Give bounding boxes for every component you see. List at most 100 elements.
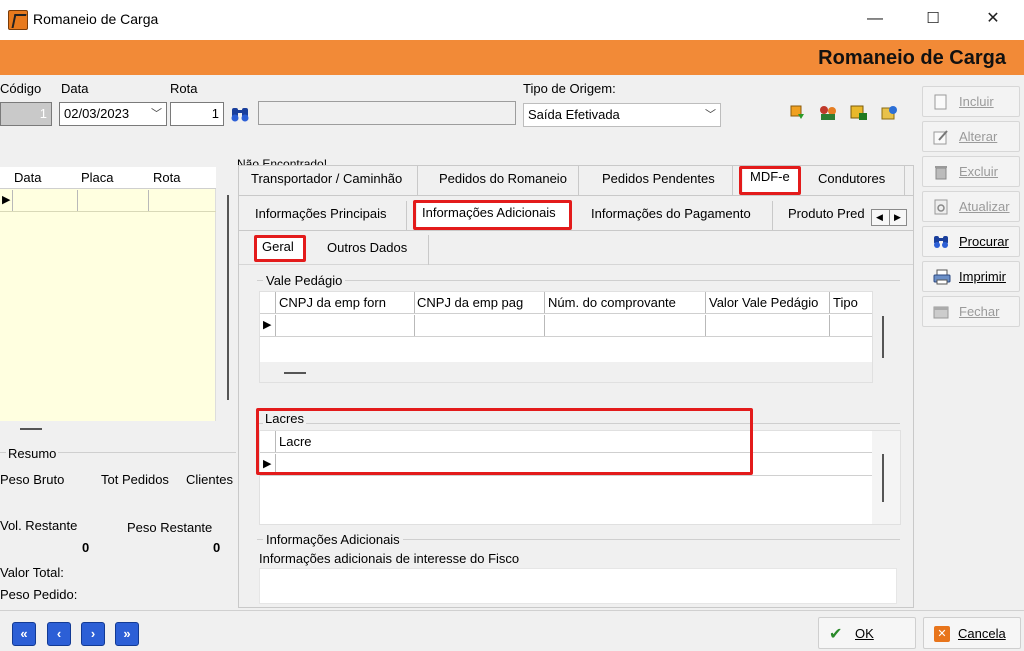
group-icon[interactable] <box>818 104 838 122</box>
close-button[interactable]: ✕ <box>970 0 1016 40</box>
info-fisco-label: Informações adicionais de interesse do F… <box>259 551 520 566</box>
peso-pedido-label: Peso Pedido: <box>0 587 78 602</box>
tab-scroll-arrows[interactable]: ◀ ▶ <box>871 209 907 226</box>
highlight-mdfe-tab <box>739 166 801 195</box>
procurar-button[interactable]: Procurar <box>922 226 1020 257</box>
tab-transportador[interactable]: Transportador / Caminhão <box>241 166 418 196</box>
fechar-button[interactable]: Fechar <box>922 296 1020 327</box>
lacres-scrollbar[interactable] <box>882 454 884 502</box>
tab-pedidos-romaneio[interactable]: Pedidos do Romaneio <box>429 166 579 196</box>
info-fisco-textarea[interactable] <box>259 568 897 604</box>
codigo-label: Código <box>0 81 42 96</box>
package-icon[interactable] <box>879 104 899 122</box>
maximize-button[interactable]: ☐ <box>910 0 956 40</box>
rota-field[interactable]: 1 <box>170 102 224 126</box>
geral-tabs: Geral Outros Dados <box>239 235 913 265</box>
highlight-lacres-grid <box>256 408 753 475</box>
tot-pedidos-label: Tot Pedidos <box>101 472 169 487</box>
grid-header: CNPJ da emp forn CNPJ da emp pag Núm. do… <box>260 292 872 314</box>
row-indicator-icon: ▶ <box>2 194 11 206</box>
data-label: Data <box>61 81 89 96</box>
vol-restante-label: Vol. Restante <box>0 518 78 533</box>
app-logo-icon <box>8 10 28 30</box>
info-adicionais-title: Informações Adicionais <box>263 532 403 547</box>
highlight-geral-tab <box>254 235 306 262</box>
arrow-left-icon[interactable]: ◀ <box>876 210 883 225</box>
next-record-button[interactable]: › <box>81 622 105 646</box>
tab-panel: Transportador / Caminhão Pedidos do Roma… <box>238 165 914 608</box>
left-grid-scrollbar[interactable] <box>227 195 229 400</box>
new-document-icon <box>933 94 949 110</box>
cancel-icon: ✕ <box>934 626 950 642</box>
tab-condutores[interactable]: Condutores <box>808 166 905 196</box>
imprimir-button[interactable]: Imprimir <box>922 261 1020 292</box>
vale-pedagio-scrollbar[interactable] <box>882 316 884 358</box>
printer-icon <box>933 269 951 285</box>
table-row[interactable]: ▶ <box>0 190 216 212</box>
highlight-informacoes-adicionais-tab <box>413 200 572 230</box>
binoculars-icon[interactable] <box>230 105 252 123</box>
export-icon[interactable] <box>849 104 869 122</box>
previous-record-button[interactable]: ‹ <box>47 622 71 646</box>
table-row[interactable]: ▶ <box>260 315 872 337</box>
column-header-valor[interactable]: Valor Vale Pedágio <box>709 292 818 314</box>
not-found-message: Não Encontrado! <box>237 157 328 165</box>
column-header-cnpj-pag[interactable]: CNPJ da emp pag <box>417 292 523 314</box>
tab-produto-predominante[interactable]: Produto Pred <box>778 201 873 231</box>
grid-header: Data Placa Rota <box>0 167 216 189</box>
trash-icon <box>933 164 949 180</box>
column-header-placa[interactable]: Placa <box>81 167 114 189</box>
sub-tabs: Informações Principais Informações Adici… <box>239 201 913 231</box>
column-header-data[interactable]: Data <box>14 167 41 189</box>
minimize-button[interactable]: — <box>852 0 898 40</box>
romaneio-list-grid[interactable]: Data Placa Rota ▶ <box>0 167 216 421</box>
column-header-num-comprovante[interactable]: Núm. do comprovante <box>548 292 676 314</box>
clientes-label: Clientes <box>186 472 233 487</box>
chevron-down-icon[interactable]: ﹀ <box>705 104 716 126</box>
vol-restante-value: 0 <box>82 540 90 555</box>
valor-total-label: Valor Total: <box>0 565 64 580</box>
tab-pedidos-pendentes[interactable]: Pedidos Pendentes <box>592 166 733 196</box>
peso-restante-label: Peso Restante <box>127 520 213 535</box>
tab-outros-dados[interactable]: Outros Dados <box>317 235 429 265</box>
column-header-cnpj-forn[interactable]: CNPJ da emp forn <box>279 292 386 314</box>
cancela-button[interactable]: ✕ Cancela <box>923 617 1021 649</box>
main-tabs: Transportador / Caminhão Pedidos do Roma… <box>239 166 913 196</box>
column-header-rota[interactable]: Rota <box>153 167 180 189</box>
vale-pedagio-hscroll[interactable] <box>260 362 872 382</box>
column-header-tipo[interactable]: Tipo <box>833 292 858 314</box>
atualizar-button[interactable]: Atualizar <box>922 191 1020 222</box>
rota-description-field <box>258 101 516 125</box>
codigo-field[interactable]: 1 <box>0 102 52 126</box>
vale-pedagio-grid[interactable]: CNPJ da emp forn CNPJ da emp pag Núm. do… <box>259 291 873 383</box>
tipo-origem-select[interactable]: Saída Efetivada ﹀ <box>523 103 721 127</box>
chevron-down-icon[interactable]: ﹀ <box>151 103 162 125</box>
peso-restante-value: 0 <box>213 540 221 555</box>
data-value: 02/03/2023 <box>64 106 130 121</box>
excluir-button[interactable]: Excluir <box>922 156 1020 187</box>
ok-button[interactable]: ✔ OK <box>818 617 916 649</box>
data-field[interactable]: 02/03/2023 ﹀ <box>59 102 167 126</box>
import-icon[interactable] <box>789 104 807 122</box>
alterar-button[interactable]: Alterar <box>922 121 1020 152</box>
row-indicator-icon: ▶ <box>263 319 272 331</box>
banner-title: Romaneio de Carga <box>818 47 1006 69</box>
left-grid-hscrollbar[interactable] <box>20 428 42 430</box>
first-record-button[interactable]: « <box>12 622 36 646</box>
checkmark-icon: ✔ <box>829 626 843 643</box>
peso-bruto-label: Peso Bruto <box>0 472 65 487</box>
last-record-button[interactable]: » <box>115 622 139 646</box>
close-window-icon <box>933 304 949 320</box>
rota-label: Rota <box>170 81 198 96</box>
binoculars-icon <box>933 234 949 250</box>
incluir-button[interactable]: Incluir <box>922 86 1020 117</box>
tab-informacoes-principais[interactable]: Informações Principais <box>245 201 407 231</box>
window-title: Romaneio de Carga <box>33 11 159 27</box>
tab-informacoes-pagamento[interactable]: Informações do Pagamento <box>581 201 773 231</box>
tipo-origem-value: Saída Efetivada <box>528 107 620 122</box>
resumo-title: Resumo <box>6 446 59 461</box>
edit-icon <box>933 129 949 145</box>
arrow-right-icon[interactable]: ▶ <box>894 210 901 225</box>
refresh-icon <box>933 199 949 215</box>
vale-pedagio-title: Vale Pedágio <box>263 273 346 288</box>
